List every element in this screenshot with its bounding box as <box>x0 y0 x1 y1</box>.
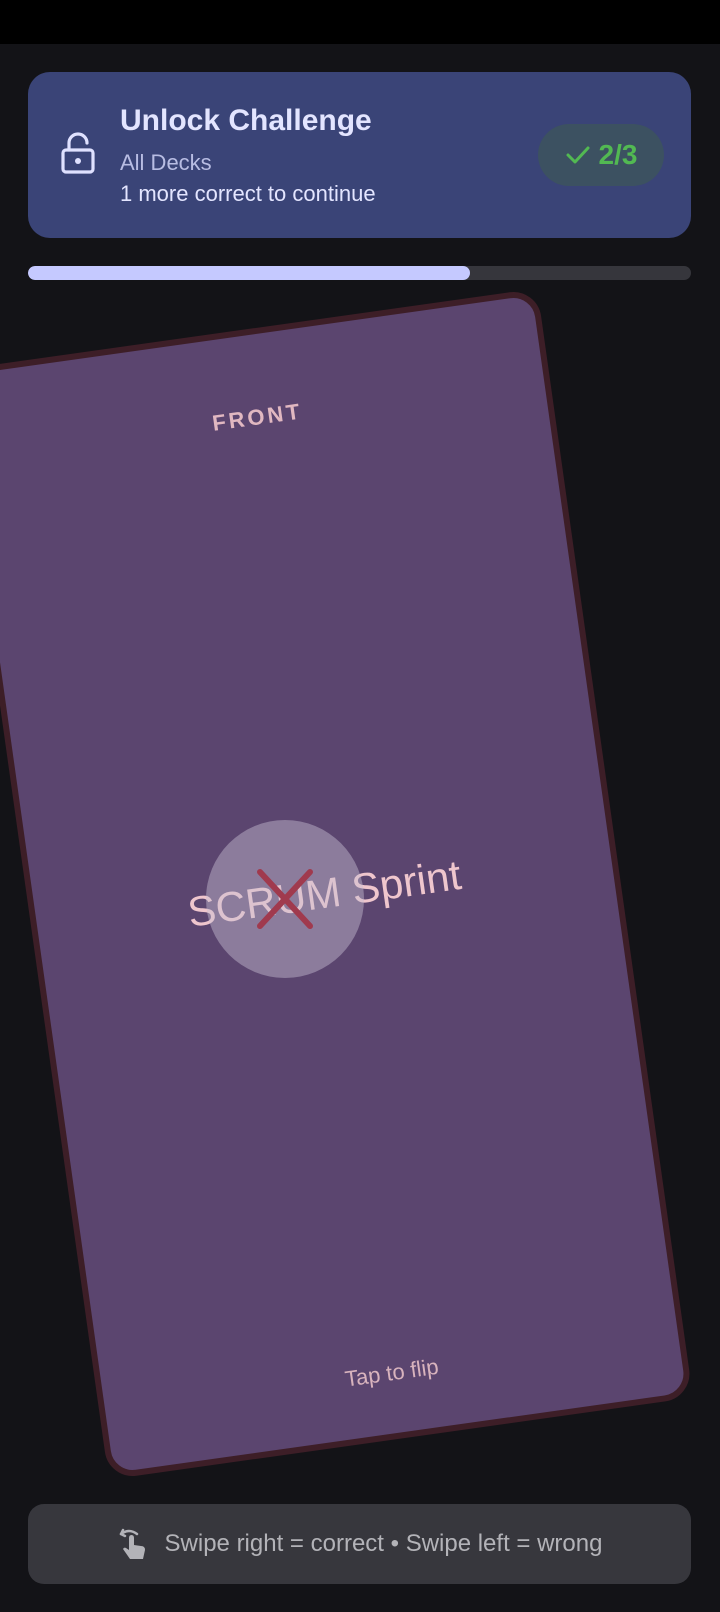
swipe-gesture-icon <box>119 1528 145 1559</box>
card-flip-hint: Tap to flip <box>343 1353 441 1392</box>
banner-title: Unlock Challenge <box>120 104 372 137</box>
progress-bar <box>28 266 691 280</box>
wrong-overlay <box>206 820 364 978</box>
status-bar <box>0 0 720 44</box>
score-badge: 2/3 <box>538 124 664 186</box>
card-side-label: FRONT <box>210 398 305 436</box>
unlock-challenge-banner: Unlock Challenge All Decks 1 more correc… <box>28 72 691 238</box>
progress-fill <box>28 266 471 280</box>
lock-open-icon <box>61 132 95 174</box>
score-text: 2/3 <box>598 139 638 170</box>
swipe-instructions-text: Swipe right = correct • Swipe left = wro… <box>164 1530 603 1557</box>
close-icon <box>257 869 313 929</box>
banner-subtitle: All Decks <box>120 150 212 175</box>
swipe-instructions: Swipe right = correct • Swipe left = wro… <box>28 1504 691 1584</box>
banner-hint: 1 more correct to continue <box>120 181 376 206</box>
checkmark-icon <box>566 146 590 164</box>
